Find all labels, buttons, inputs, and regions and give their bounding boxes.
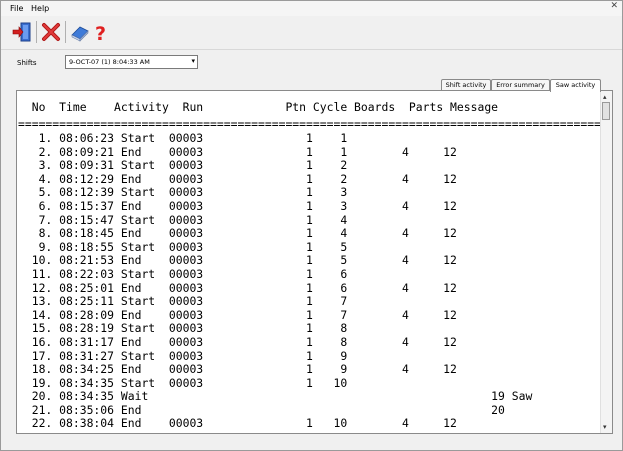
log-row: 5. 08:12:39 Start 00003 1 3 [18, 185, 348, 200]
log-row: 20. 08:34:35 Wait 19 Saw [18, 389, 533, 404]
toolbar-separator [36, 21, 37, 43]
log-row: 4. 08:12:29 End 00003 1 2 4 12 [18, 171, 457, 186]
menu-bar: File Help ✕ [1, 1, 622, 16]
eraser-icon [71, 26, 89, 42]
shifts-select[interactable]: 9-OCT-07 (1) 8:04:33 AM ▾ [65, 55, 198, 69]
log-row: 21. 08:35:06 End 20 [18, 402, 505, 417]
log-row: 10. 08:21:53 End 00003 1 5 4 12 [18, 253, 457, 268]
exit-button[interactable] [10, 20, 34, 44]
delete-button[interactable] [39, 20, 63, 44]
help-question-icon: ? [95, 23, 106, 43]
log-row: 8. 08:18:45 End 00003 1 4 4 12 [18, 226, 457, 241]
menu-help[interactable]: Help [31, 4, 49, 13]
status-bar [1, 438, 622, 450]
log-row: 13. 08:25:11 Start 00003 1 7 [18, 294, 348, 309]
log-row: 15. 08:28:19 Start 00003 1 8 [18, 321, 348, 336]
log-row: 12. 08:25:01 End 00003 1 6 4 12 [18, 280, 457, 295]
log-rows: 1. 08:06:23 Start 00003 1 1 2. 08:09:21 … [18, 131, 533, 431]
log-row: 17. 08:31:27 Start 00003 1 9 [18, 348, 348, 363]
scroll-down-icon[interactable]: ▾ [603, 423, 607, 431]
log-row: 22. 08:38:04 End 00003 1 10 4 12 [18, 416, 457, 431]
shifts-select-value: 9-OCT-07 (1) 8:04:33 AM [69, 58, 150, 66]
scroll-thumb[interactable] [602, 102, 610, 120]
scroll-up-icon[interactable]: ▴ [603, 93, 607, 101]
help-button[interactable]: ? [89, 20, 113, 44]
log-row: 11. 08:22:03 Start 00003 1 6 [18, 266, 348, 281]
chevron-down-icon[interactable]: ▾ [191, 57, 195, 65]
app-window: File Help ✕ ? Shifts 9-OCT-07 (1) 8:04:3… [0, 0, 623, 451]
shifts-label: Shifts [17, 59, 37, 67]
exit-icon [12, 22, 31, 42]
saw-activity-panel: No Time Activity Run Ptn Cycle Boards Pa… [16, 90, 613, 434]
log-row: 1. 08:06:23 Start 00003 1 1 [18, 131, 348, 145]
log-row: 3. 08:09:31 Start 00003 1 2 [18, 158, 348, 173]
tab-saw-activity[interactable]: Saw activity [550, 79, 601, 92]
log-separator: ========================================… [18, 118, 600, 131]
svg-text:?: ? [95, 23, 106, 43]
menu-file[interactable]: File [10, 4, 23, 13]
log-row: 2. 08:09:21 End 00003 1 1 4 12 [18, 144, 457, 159]
log-row: 14. 08:28:09 End 00003 1 7 4 12 [18, 307, 457, 322]
log-row: 16. 08:31:17 End 00003 1 8 4 12 [18, 334, 457, 349]
close-icon[interactable]: ✕ [610, 1, 618, 11]
log-row: 19. 08:34:35 Start 00003 1 10 [18, 375, 348, 390]
vertical-scrollbar[interactable]: ▴ ▾ [600, 91, 612, 433]
activity-log[interactable]: No Time Activity Run Ptn Cycle Boards Pa… [18, 91, 600, 433]
log-row: 6. 08:15:37 End 00003 1 3 4 12 [18, 198, 457, 213]
toolbar: ? [1, 16, 622, 50]
log-row: 9. 08:18:55 Start 00003 1 5 [18, 239, 348, 254]
delete-x-icon [42, 23, 60, 41]
toolbar-separator [65, 21, 66, 43]
log-header: No Time Activity Run Ptn Cycle Boards Pa… [18, 100, 499, 114]
log-row: 18. 08:34:25 End 00003 1 9 4 12 [18, 362, 457, 377]
log-row: 7. 08:15:47 Start 00003 1 4 [18, 212, 348, 227]
